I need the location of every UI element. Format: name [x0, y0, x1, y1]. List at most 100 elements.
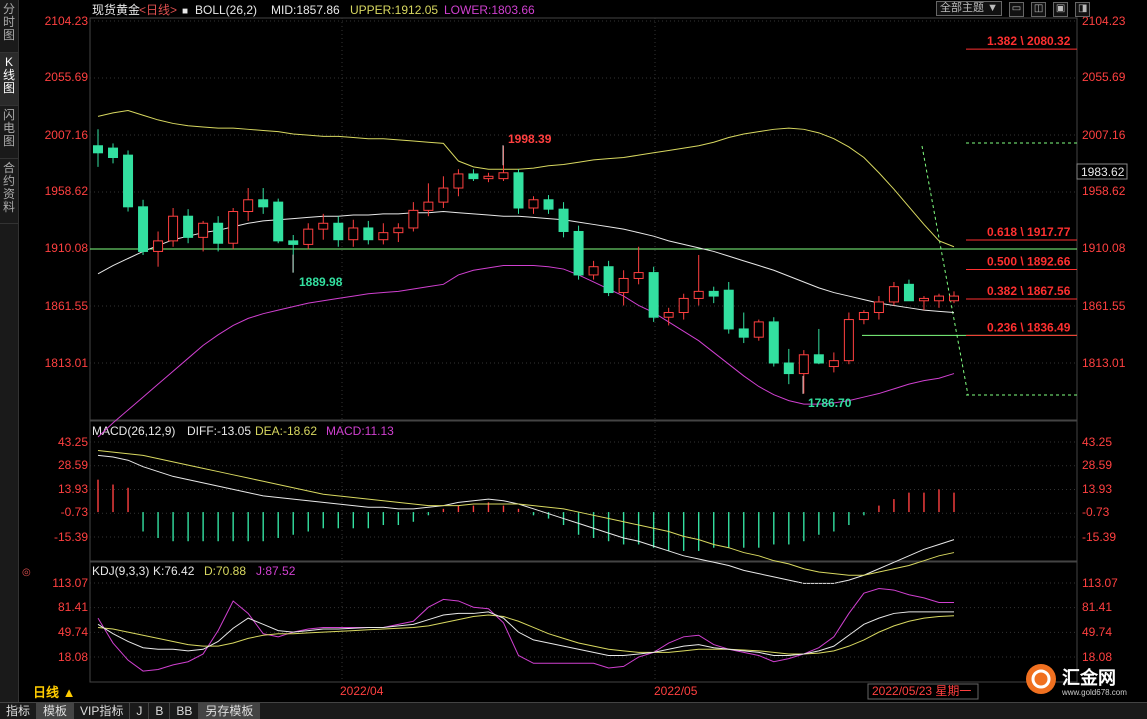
candle-body — [873, 301, 884, 314]
candle-body — [468, 173, 479, 180]
kdj-d: D:70.88 — [204, 564, 246, 578]
candle-body — [348, 227, 359, 241]
window-controls: 全部主题 ▼ ▭ ◫ ▣ ◨ — [936, 1, 1091, 17]
macd-dea: DEA:-18.62 — [255, 424, 317, 438]
month-label: 2022/04 — [340, 684, 384, 698]
candle-body — [633, 272, 644, 279]
candle-body — [288, 240, 299, 245]
kdj-tick: 18.08 — [58, 650, 88, 664]
tab-templates[interactable]: 模板 — [37, 703, 75, 719]
kdj-tick: 81.41 — [58, 600, 88, 614]
candle-body — [858, 312, 869, 321]
price-tick: 2007.16 — [1082, 128, 1126, 142]
macd-axis-right: 43.25 28.59 13.93 -0.73 -15.39 — [1082, 435, 1116, 544]
candle-body — [318, 222, 329, 230]
candle-body — [768, 321, 779, 364]
instrument-name: 现货黄金 — [92, 2, 140, 17]
candle-body — [153, 240, 164, 252]
candle-body — [93, 145, 103, 154]
candle-body — [498, 172, 509, 180]
candle-body — [228, 211, 239, 244]
tab-j[interactable]: J — [130, 703, 150, 719]
candle-body — [243, 199, 254, 213]
tab-b[interactable]: B — [149, 703, 171, 719]
candle-body — [273, 201, 284, 242]
candle-body — [903, 283, 914, 302]
candle-body — [453, 173, 464, 189]
candle-body — [123, 154, 134, 208]
candle-body — [168, 215, 179, 242]
boll-upper: UPPER:1912.05 — [350, 3, 438, 17]
fib-label: 0.382 \ 1867.56 — [987, 284, 1071, 298]
logo-icon — [1026, 664, 1056, 694]
price-axis-left: 2104.23 2055.69 2007.16 1958.62 1910.08 … — [45, 14, 89, 370]
candle-body — [648, 272, 659, 318]
candle-body — [663, 312, 674, 318]
chevron-down-icon: ▼ — [987, 2, 998, 14]
price-tick: 2104.23 — [45, 14, 89, 28]
macd-tick: -15.39 — [54, 530, 88, 544]
logo-text: 汇金网 — [1062, 667, 1116, 688]
price-tick: 1910.08 — [45, 241, 89, 255]
restore-icon[interactable]: ◫ — [1031, 2, 1047, 17]
theme-dropdown[interactable]: 全部主题 ▼ — [936, 1, 1002, 16]
candle-body — [723, 289, 734, 330]
candle-body — [183, 215, 194, 238]
kdj-tick: 81.41 — [1082, 600, 1112, 614]
macd-tick: -0.73 — [1082, 505, 1110, 519]
candle-body — [843, 319, 854, 362]
kdj-axis-left: 113.07 81.41 49.74 18.08 — [52, 576, 88, 664]
kdj-panel-frame — [89, 561, 1078, 683]
macd-tick: 28.59 — [58, 458, 88, 472]
kdj-k: K:76.42 — [153, 564, 195, 578]
kdj-layer — [90, 582, 1077, 672]
candle-body — [618, 277, 629, 294]
kdj-name: KDJ(9,3,3) — [92, 564, 149, 578]
kdj-k-line — [97, 611, 954, 657]
high-annotation: 1998.39 — [508, 132, 552, 146]
macd-tick: -15.39 — [1082, 530, 1116, 544]
candle-body — [483, 175, 494, 180]
price-axis-right: 2104.23 2055.69 2007.16 1958.62 1910.08 … — [1082, 14, 1126, 370]
candle-body — [798, 354, 809, 375]
candle-body — [423, 201, 434, 211]
candle-body — [408, 209, 419, 229]
macd-tick: 43.25 — [1082, 435, 1112, 449]
price-layer: 1.382 \ 2080.32 0.618 \ 1917.77 0.500 \ 18… — [90, 34, 1077, 438]
period-label: <日线> — [139, 3, 177, 17]
macd-tick: 13.93 — [1082, 482, 1112, 496]
tab-vip-indicators[interactable]: VIP指标 — [74, 703, 131, 719]
price-tick: 1910.08 — [1082, 241, 1126, 255]
macd-tick: -0.73 — [61, 505, 89, 519]
minimize-icon[interactable]: ▭ — [1009, 2, 1025, 17]
tab-bb[interactable]: BB — [170, 703, 200, 719]
logo-url: www.gold678.com — [1061, 688, 1127, 697]
candle-body — [258, 199, 269, 208]
theme-dropdown-label: 全部主题 — [940, 2, 984, 14]
kdj-tick: 49.74 — [58, 625, 88, 639]
price-tick: 1861.55 — [45, 299, 89, 313]
kdj-tick: 113.07 — [1082, 576, 1118, 590]
month-label: 2022/05 — [654, 684, 698, 698]
boll-mid-line — [97, 211, 955, 314]
macd-axis-left: 43.25 28.59 13.93 -0.73 -15.39 — [54, 435, 88, 544]
candle-body — [543, 199, 554, 210]
low-annotation: 1786.70 — [808, 396, 852, 410]
kdj-tick: 113.07 — [52, 576, 88, 590]
price-tick: 2007.16 — [45, 128, 89, 142]
price-tick: 1813.01 — [1082, 356, 1126, 370]
maximize-icon[interactable]: ▣ — [1053, 2, 1069, 17]
low-annotation: 1889.98 — [299, 275, 343, 289]
price-tick: 1958.62 — [1082, 184, 1126, 198]
candle-body — [949, 295, 959, 302]
candle-body — [198, 222, 209, 238]
macd-tick: 13.93 — [58, 482, 88, 496]
tab-save-template[interactable]: 另存模板 — [199, 703, 261, 719]
candle-body — [513, 172, 524, 209]
candle-body — [753, 321, 764, 338]
tab-indicators[interactable]: 指标 — [0, 703, 38, 719]
close-icon[interactable]: ◨ — [1075, 2, 1091, 17]
kline-chart[interactable]: 现货黄金 <日线> ■ BOLL(26,2) MID:1857.86 UPPER… — [0, 0, 1147, 702]
candle-body — [603, 266, 614, 294]
candle-body — [678, 297, 689, 314]
